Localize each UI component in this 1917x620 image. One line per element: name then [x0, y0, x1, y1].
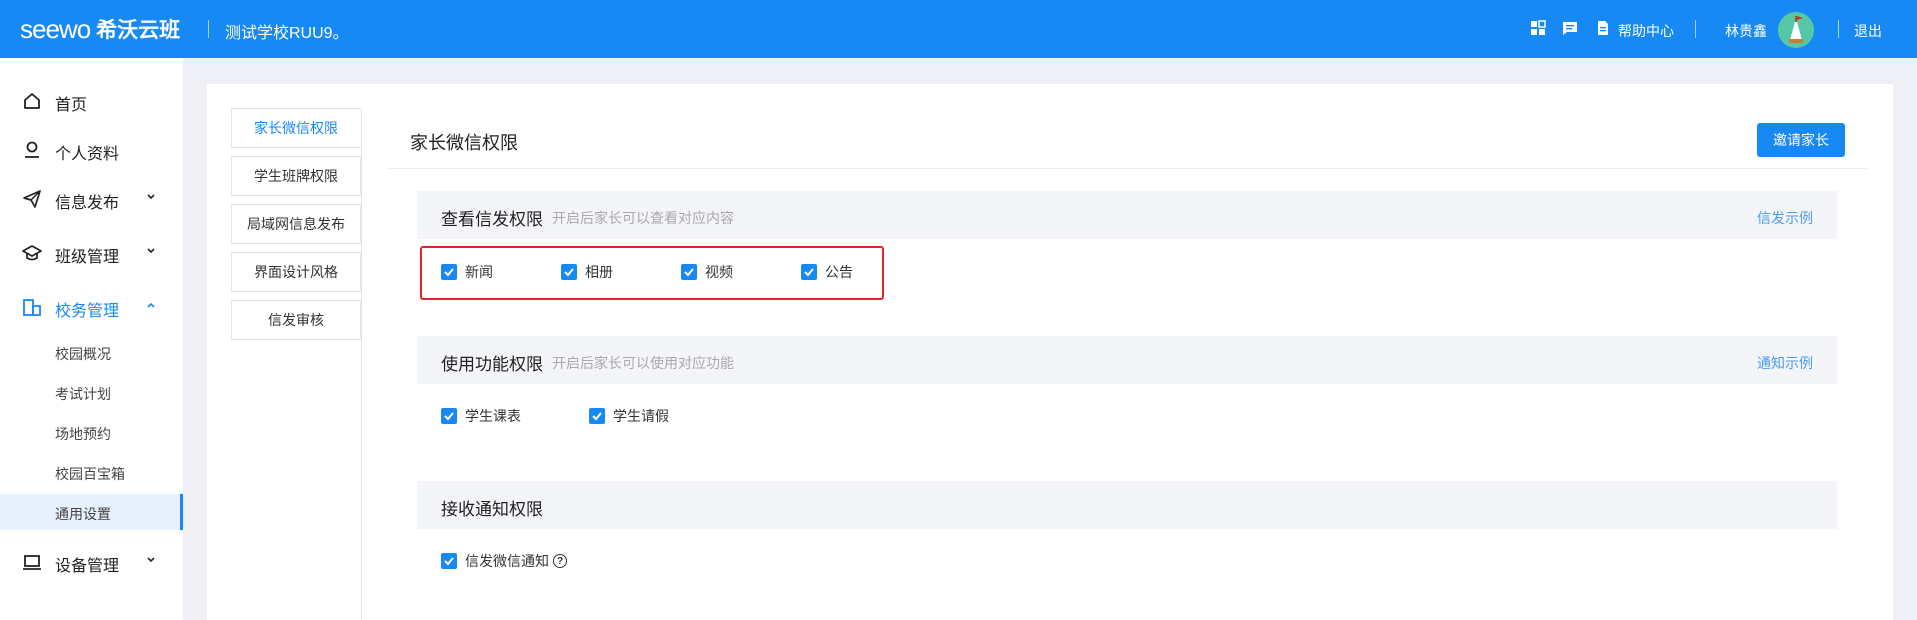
checkbox-checked-icon — [441, 264, 457, 280]
sidebar-subitem-label: 校园概况 — [55, 346, 111, 362]
tab-lan-info-publish[interactable]: 局域网信息发布 — [231, 204, 361, 244]
message-icon[interactable] — [1562, 20, 1578, 36]
checkbox-wechat-notification[interactable]: 信发微信通知 ? — [441, 551, 567, 571]
section-title: 查看信发权限 — [441, 210, 543, 229]
logo-en-text: seewo — [20, 13, 91, 44]
sidebar-subitem-label: 场地预约 — [55, 426, 111, 442]
section-view-publish-permissions: 查看信发权限 开启后家长可以查看对应内容 信发示例 — [417, 191, 1837, 239]
sidebar-item-label: 信息发布 — [55, 195, 120, 212]
checkbox-album[interactable]: 相册 — [561, 262, 613, 282]
header-divider — [208, 20, 209, 38]
checkbox-label: 学生请假 — [613, 408, 669, 424]
home-icon — [22, 91, 42, 111]
chevron-down-icon — [144, 553, 158, 567]
checkbox-news[interactable]: 新闻 — [441, 262, 493, 282]
main-panel: 家长微信权限 学生班牌权限 局域网信息发布 界面设计风格 信发审核 家长微信权限… — [207, 84, 1893, 620]
page-title: 家长微信权限 — [410, 133, 518, 153]
section-description: 开启后家长可以使用对应功能 — [552, 355, 734, 371]
chevron-up-icon — [144, 298, 158, 312]
sidebar-item-label: 个人资料 — [55, 146, 120, 163]
user-name[interactable]: 林贵鑫 — [1725, 21, 1767, 41]
checkbox-video[interactable]: 视频 — [681, 262, 733, 282]
sidebar-subitem-exam-plan[interactable]: 考试计划 — [0, 374, 183, 410]
header-divider — [1838, 20, 1839, 38]
school-name: 测试学校RUU9。 — [225, 25, 349, 42]
sidebar-subitem-label: 校园百宝箱 — [55, 466, 125, 482]
sidebar-item-label: 班级管理 — [55, 249, 120, 266]
tab-parent-wechat-permissions[interactable]: 家长微信权限 — [231, 108, 361, 148]
notice-example-link[interactable]: 通知示例 — [1757, 353, 1813, 373]
section-description: 开启后家长可以查看对应内容 — [552, 210, 734, 226]
tab-publish-review[interactable]: 信发审核 — [231, 300, 361, 340]
laptop-icon — [22, 552, 42, 572]
sidebar-subitem-label: 通用设置 — [55, 506, 111, 522]
checkbox-student-timetable[interactable]: 学生课表 — [441, 406, 521, 426]
checkbox-checked-icon — [441, 408, 457, 424]
chevron-down-icon — [144, 244, 158, 258]
checkbox-checked-icon — [801, 264, 817, 280]
sidebar: 首页 个人资料 信息发布 班级管理 校务管理 校园概况 考试计划 场地预约 校园… — [0, 58, 183, 620]
user-icon — [22, 140, 42, 160]
invite-parents-button[interactable]: 邀请家长 — [1757, 123, 1845, 157]
section-notification-permissions: 接收通知权限 — [417, 481, 1837, 529]
sidebar-item-class-management[interactable]: 班级管理 — [0, 232, 183, 272]
section-title: 接收通知权限 — [441, 500, 543, 519]
apps-grid-icon[interactable] — [1530, 20, 1546, 36]
help-center-link[interactable]: 帮助中心 — [1618, 21, 1674, 41]
tab-student-board-permissions[interactable]: 学生班牌权限 — [231, 156, 361, 196]
checkbox-checked-icon — [441, 553, 457, 569]
checkbox-checked-icon — [681, 264, 697, 280]
checkbox-checked-icon — [589, 408, 605, 424]
sidebar-item-school-affairs[interactable]: 校务管理 — [0, 286, 183, 326]
sidebar-item-home[interactable]: 首页 — [0, 80, 183, 120]
sidebar-item-label: 首页 — [55, 97, 88, 114]
checkbox-label: 相册 — [585, 264, 613, 280]
graduation-cap-icon — [22, 243, 42, 263]
help-document-icon[interactable] — [1595, 20, 1611, 36]
sidebar-subitem-campus-toolbox[interactable]: 校园百宝箱 — [0, 454, 183, 490]
tab-interface-design-style[interactable]: 界面设计风格 — [231, 252, 361, 292]
chevron-down-icon — [144, 190, 158, 204]
help-circle-icon[interactable]: ? — [553, 554, 567, 568]
top-header: seewo 希沃云班 测试学校RUU9。 帮助中心 林贵鑫 退出 — [0, 0, 1917, 58]
sidebar-item-info-publish[interactable]: 信息发布 — [0, 178, 183, 218]
sidebar-item-profile[interactable]: 个人资料 — [0, 129, 183, 169]
section-feature-permissions: 使用功能权限 开启后家长可以使用对应功能 通知示例 — [417, 336, 1837, 384]
checkbox-label: 视频 — [705, 264, 733, 280]
logo-cn-text: 希沃云班 — [96, 19, 181, 42]
avatar[interactable] — [1778, 12, 1814, 48]
tab-divider — [361, 108, 362, 620]
send-icon — [22, 189, 42, 209]
checkbox-label: 新闻 — [465, 264, 493, 280]
checkbox-label: 学生课表 — [465, 408, 521, 424]
checkbox-announcement[interactable]: 公告 — [801, 262, 853, 282]
brand-logo[interactable]: seewo 希沃云班 — [20, 14, 180, 44]
sidebar-subitem-venue-booking[interactable]: 场地预约 — [0, 414, 183, 450]
sidebar-item-device-management[interactable]: 设备管理 — [0, 541, 183, 581]
school-affairs-icon — [22, 297, 42, 317]
sidebar-subitem-general-settings[interactable]: 通用设置 — [0, 494, 183, 530]
checkbox-label: 信发微信通知 — [465, 553, 549, 569]
section-title: 使用功能权限 — [441, 355, 543, 374]
logout-link[interactable]: 退出 — [1854, 21, 1882, 41]
title-divider — [387, 168, 1867, 169]
checkbox-student-leave[interactable]: 学生请假 — [589, 406, 669, 426]
sidebar-subitem-label: 考试计划 — [55, 386, 111, 402]
sidebar-item-label: 设备管理 — [55, 558, 120, 575]
checkbox-label: 公告 — [825, 264, 853, 280]
sidebar-item-label: 校务管理 — [55, 303, 120, 320]
checkbox-checked-icon — [561, 264, 577, 280]
sidebar-subitem-campus-overview[interactable]: 校园概况 — [0, 334, 183, 370]
header-divider — [1695, 20, 1696, 38]
publish-example-link[interactable]: 信发示例 — [1757, 208, 1813, 228]
